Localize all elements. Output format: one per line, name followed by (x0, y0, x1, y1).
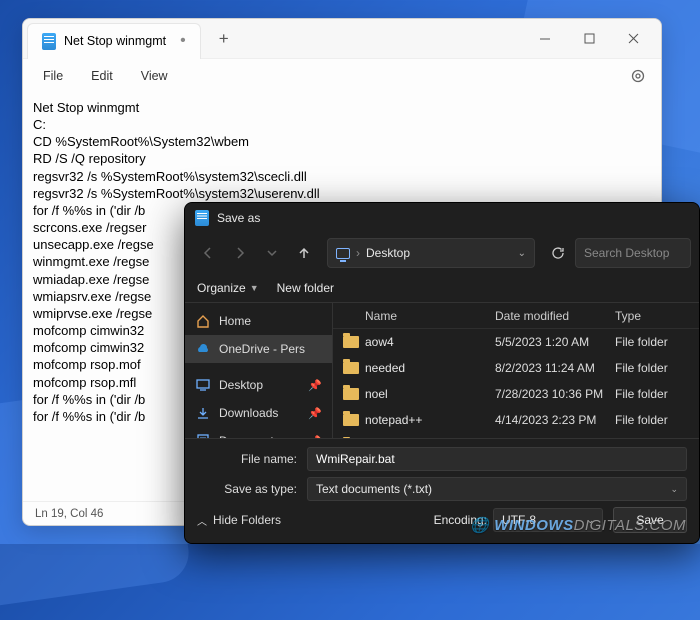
desktop-icon (336, 248, 350, 259)
savetype-select[interactable]: Text documents (*.txt)⌄ (307, 477, 687, 501)
pin-icon: 📌 (308, 379, 322, 392)
maximize-button[interactable] (567, 19, 611, 59)
address-bar[interactable]: › Desktop ⌄ (327, 238, 535, 268)
dialog-main: Home OneDrive - Pers Desktop 📌 Downloads 📌 Doc… (185, 303, 699, 438)
watermark: 🌐 WINDOWSDIGITALS.COM (470, 516, 686, 534)
folder-icon (343, 336, 359, 348)
sidebar-item-documents[interactable]: Documents📌 (185, 427, 332, 438)
sidebar-item-home[interactable]: Home (185, 307, 332, 335)
organize-menu[interactable]: Organize▼ (197, 281, 259, 295)
home-icon (195, 313, 211, 329)
nav-forward-button[interactable] (225, 238, 255, 268)
file-date: 5/5/2023 1:20 AM (495, 335, 615, 349)
cursor-position: Ln 19, Col 46 (35, 508, 103, 520)
nav-pane: Home OneDrive - Pers Desktop 📌 Downloads 📌 Doc… (185, 303, 333, 438)
notepad-tab[interactable]: Net Stop winmgmt • (27, 23, 201, 59)
close-button[interactable] (611, 19, 655, 59)
notepad-icon (42, 33, 56, 50)
file-type: File folder (615, 361, 689, 375)
search-placeholder: Search Desktop (584, 246, 669, 260)
arrow-left-icon (201, 246, 215, 260)
new-folder-button[interactable]: New folder (277, 281, 334, 295)
download-icon (195, 405, 211, 421)
nav-up-button[interactable] (289, 238, 319, 268)
file-name: aow4 (365, 335, 394, 349)
folder-icon (343, 362, 359, 374)
arrow-up-icon (297, 246, 311, 260)
notepad-menubar: File Edit View (23, 59, 661, 93)
savetype-label: Save as type: (197, 482, 297, 496)
sidebar-item-label: OneDrive - Pers (219, 342, 305, 356)
gear-icon (630, 68, 646, 84)
nav-recent-button[interactable] (257, 238, 287, 268)
folder-icon (343, 388, 359, 400)
chevron-up-icon: ︿ (197, 513, 207, 528)
sidebar-item-onedrive-pers[interactable]: OneDrive - Pers (185, 335, 332, 363)
notepad-icon (195, 210, 209, 226)
col-name[interactable]: Name (343, 309, 495, 323)
notepad-titlebar: Net Stop winmgmt • + (23, 19, 661, 59)
cloud-icon (195, 341, 211, 357)
col-date[interactable]: Date modified (495, 309, 615, 323)
hide-folders-button[interactable]: ︿Hide Folders (197, 513, 281, 528)
filename-label: File name: (197, 452, 297, 466)
nav-back-button[interactable] (193, 238, 223, 268)
file-row[interactable]: notepad++ 4/14/2023 2:23 PMFile folder (333, 407, 699, 433)
file-type: File folder (615, 413, 689, 427)
file-name: notepad++ (365, 413, 422, 427)
path-segment[interactable]: Desktop (366, 246, 410, 260)
minimize-button[interactable] (523, 19, 567, 59)
new-tab-button[interactable]: + (207, 24, 241, 54)
file-row[interactable]: needed 8/2/2023 11:24 AMFile folder (333, 355, 699, 381)
tab-dirty-indicator: • (180, 32, 186, 50)
tab-title: Net Stop winmgmt (64, 34, 166, 48)
file-list: Name Date modified Type aow4 5/5/2023 1:2… (333, 303, 699, 438)
settings-button[interactable] (623, 61, 653, 91)
arrow-right-icon (233, 246, 247, 260)
file-date: 7/28/2023 10:36 PM (495, 387, 615, 401)
menu-file[interactable]: File (31, 65, 75, 87)
file-type: File folder (615, 335, 689, 349)
refresh-icon (551, 246, 565, 260)
file-row[interactable]: aow4 5/5/2023 1:20 AMFile folder (333, 329, 699, 355)
save-as-dialog: Save as › Desktop ⌄ Search Desktop Organ… (184, 202, 700, 544)
sidebar-item-label: Downloads (219, 406, 278, 420)
file-row[interactable]: Old Desktop Icons3/6/2023 4:14 PMFile fo… (333, 433, 699, 438)
file-type: File folder (615, 387, 689, 401)
pin-icon: 📌 (308, 407, 322, 420)
sidebar-item-label: Desktop (219, 378, 263, 392)
search-input[interactable]: Search Desktop (575, 238, 691, 268)
sidebar-item-downloads[interactable]: Downloads 📌 (185, 399, 332, 427)
file-name: noel (365, 387, 388, 401)
file-date: 8/2/2023 11:24 AM (495, 361, 615, 375)
chevron-down-icon[interactable]: ⌄ (518, 248, 526, 259)
window-controls (523, 19, 655, 59)
filename-input[interactable] (307, 447, 687, 471)
file-name: needed (365, 361, 405, 375)
file-row[interactable]: noel 7/28/2023 10:36 PMFile folder (333, 381, 699, 407)
command-bar: Organize▼ New folder (185, 273, 699, 303)
folder-icon (343, 414, 359, 426)
col-type[interactable]: Type (615, 309, 689, 323)
refresh-button[interactable] (543, 238, 573, 268)
nav-toolbar: › Desktop ⌄ Search Desktop (185, 233, 699, 273)
dialog-title: Save as (217, 211, 260, 225)
sidebar-item-label: Home (219, 314, 251, 328)
menu-view[interactable]: View (129, 65, 180, 87)
desktop-icon (195, 377, 211, 393)
file-date: 4/14/2023 2:23 PM (495, 413, 615, 427)
column-headers: Name Date modified Type (333, 303, 699, 329)
dialog-titlebar: Save as (185, 203, 699, 233)
sidebar-item-desktop[interactable]: Desktop 📌 (185, 371, 332, 399)
menu-edit[interactable]: Edit (79, 65, 125, 87)
chevron-down-icon (267, 248, 277, 258)
